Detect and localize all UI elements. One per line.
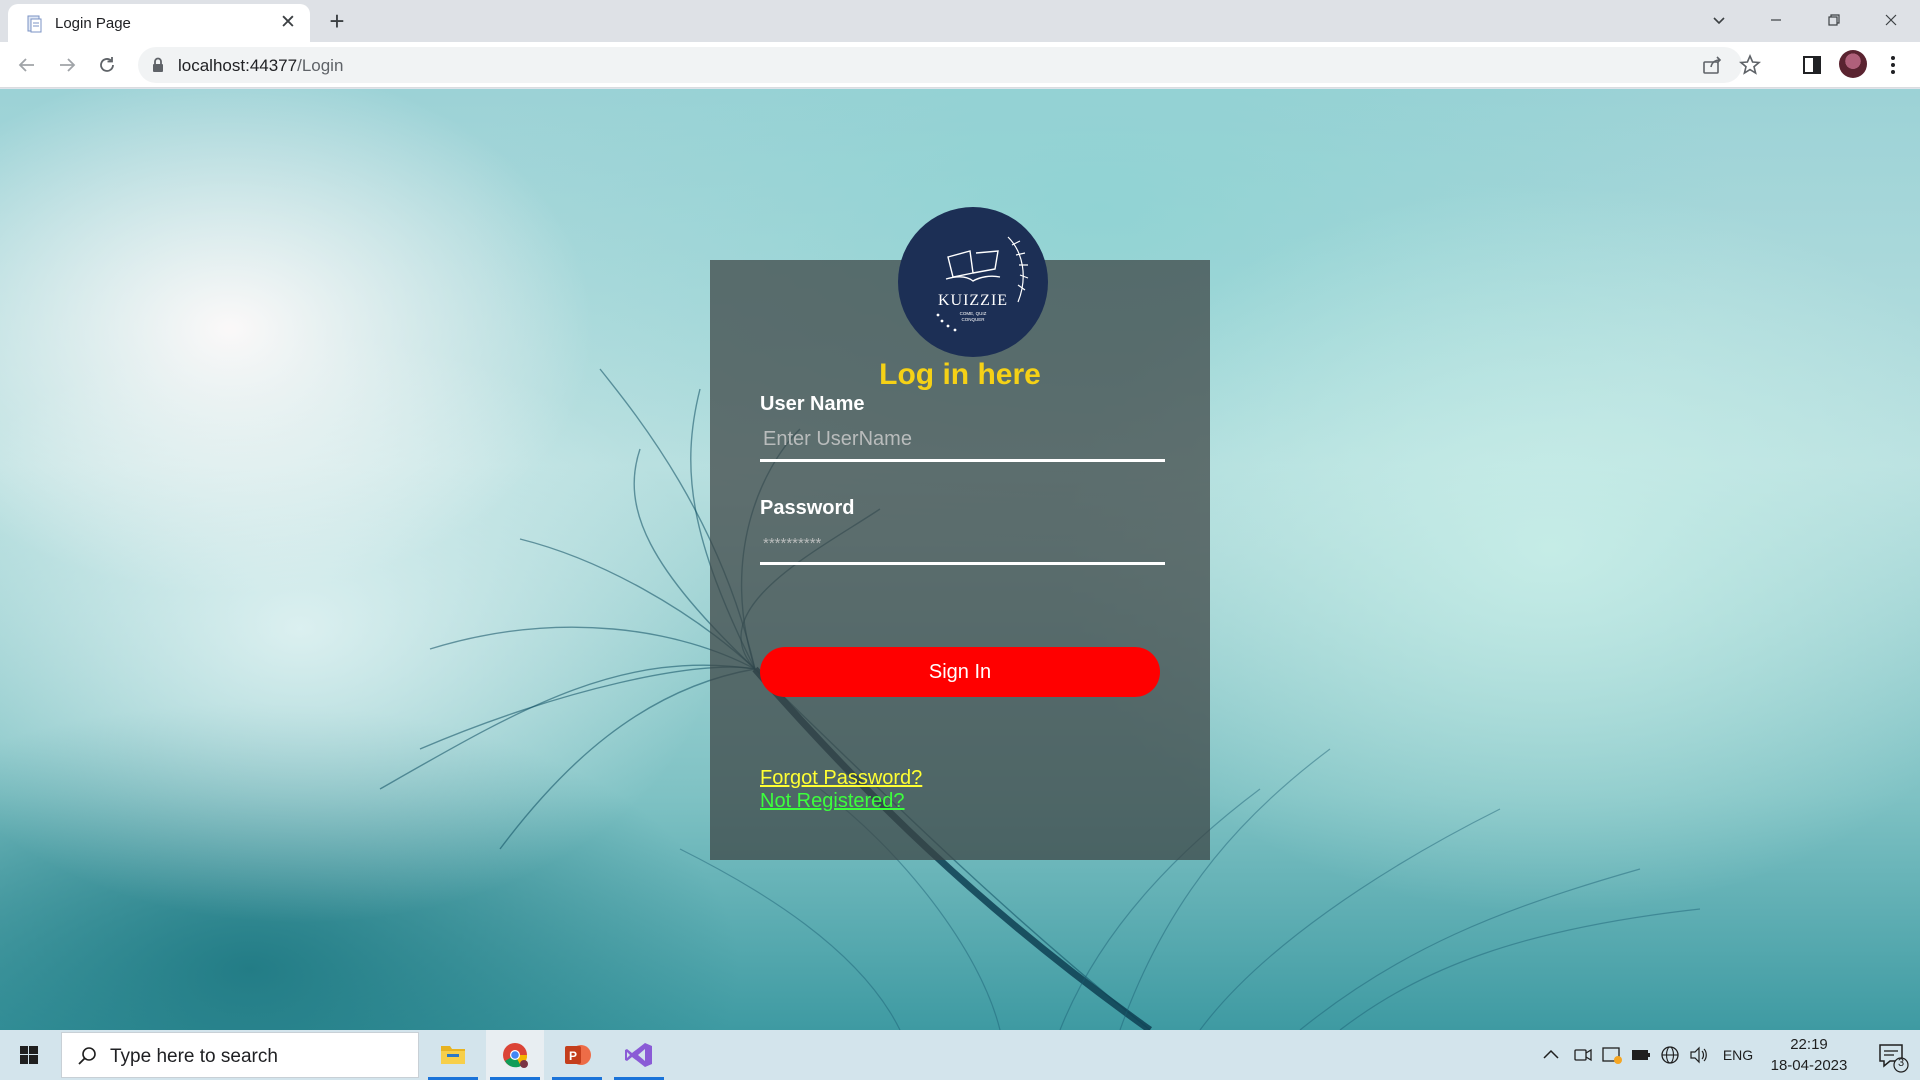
taskbar-search-box[interactable]: Type here to search xyxy=(61,1032,419,1078)
windows-taskbar: Type here to search P ENG 22:19 18-04-20… xyxy=(0,1030,1920,1080)
profile-avatar[interactable] xyxy=(1839,50,1867,78)
clock-date: 18-04-2023 xyxy=(1770,1057,1848,1074)
tab-close-icon[interactable]: ✕ xyxy=(278,13,298,33)
reload-icon xyxy=(100,57,114,72)
restore-button[interactable] xyxy=(1818,6,1850,34)
forward-button[interactable] xyxy=(52,50,82,80)
show-hidden-icons-chevron-icon[interactable] xyxy=(1538,1030,1564,1080)
taskbar-powerpoint[interactable]: P xyxy=(548,1030,606,1080)
input-language-indicator[interactable]: ENG xyxy=(1718,1030,1758,1080)
logo-emblem-icon: KUIZZIE COME, QUIZ CONQUER xyxy=(936,236,1029,332)
chrome-icon xyxy=(503,1043,528,1068)
back-button[interactable] xyxy=(12,50,42,80)
tab-search-chevron-icon[interactable] xyxy=(1703,6,1735,34)
side-panel-icon[interactable] xyxy=(1799,52,1825,78)
search-placeholder: Type here to search xyxy=(110,1046,278,1067)
taskbar-file-explorer[interactable] xyxy=(424,1030,482,1080)
logo-text: KUIZZIE xyxy=(938,292,1008,309)
taskbar-chrome[interactable] xyxy=(486,1030,544,1080)
file-explorer-icon xyxy=(441,1046,465,1064)
not-registered-link[interactable]: Not Registered? xyxy=(760,790,905,813)
forward-arrow-icon xyxy=(60,58,76,72)
taskbar-clock[interactable]: 22:19 18-04-2023 xyxy=(1764,1034,1854,1076)
browser-tab-strip: Login Page ✕ + xyxy=(0,0,1920,42)
taskbar-visual-studio[interactable] xyxy=(610,1030,668,1080)
lock-icon[interactable] xyxy=(150,56,166,74)
clock-time: 22:19 xyxy=(1790,1036,1828,1053)
browser-toolbar: localhost:44377/Login xyxy=(0,42,1920,88)
bookmark-star-icon[interactable] xyxy=(1738,53,1762,77)
password-label: Password xyxy=(760,497,855,519)
forgot-password-link[interactable]: Forgot Password? xyxy=(760,767,922,790)
meet-now-icon[interactable] xyxy=(1570,1030,1596,1080)
powerpoint-icon: P xyxy=(565,1045,591,1065)
share-icon[interactable] xyxy=(1700,53,1724,77)
search-icon xyxy=(78,1047,96,1065)
tab-title: Login Page xyxy=(55,15,131,32)
url-path: /Login xyxy=(297,56,344,75)
url-text[interactable]: localhost:44377/Login xyxy=(178,56,343,76)
address-bar[interactable]: localhost:44377/Login xyxy=(138,47,1762,83)
page-favicon-icon xyxy=(27,15,42,33)
new-tab-button[interactable]: + xyxy=(323,7,351,35)
url-host: localhost:44377 xyxy=(178,56,298,75)
notification-icon xyxy=(1879,1044,1909,1073)
notification-center-button[interactable]: 3 xyxy=(1866,1030,1916,1080)
kuizzie-logo: KUIZZIE COME, QUIZ CONQUER xyxy=(898,207,1048,357)
username-input[interactable] xyxy=(760,420,1165,462)
start-button[interactable] xyxy=(0,1030,58,1080)
visual-studio-icon xyxy=(625,1043,652,1067)
windows-logo-icon xyxy=(20,1046,38,1064)
security-alert-icon[interactable] xyxy=(1599,1030,1625,1080)
logo-tagline-1: COME, QUIZ xyxy=(960,311,987,316)
volume-icon[interactable] xyxy=(1686,1030,1712,1080)
password-input[interactable] xyxy=(760,523,1165,565)
minimize-button[interactable] xyxy=(1760,6,1792,34)
network-globe-icon[interactable] xyxy=(1657,1030,1683,1080)
notification-count: 3 xyxy=(1897,1057,1905,1069)
browser-menu-icon[interactable] xyxy=(1880,52,1906,78)
login-page: KUIZZIE COME, QUIZ CONQUER Log in here U… xyxy=(0,89,1920,1030)
battery-icon[interactable] xyxy=(1628,1030,1654,1080)
login-title: Log in here xyxy=(879,358,1041,391)
reload-button[interactable] xyxy=(92,50,122,80)
svg-text:P: P xyxy=(569,1049,577,1063)
back-arrow-icon xyxy=(18,58,34,72)
tab-login-page[interactable]: Login Page ✕ xyxy=(8,4,310,42)
sign-in-button[interactable]: Sign In xyxy=(760,647,1160,697)
logo-tagline-2: CONQUER xyxy=(961,317,985,322)
username-label: User Name xyxy=(760,393,865,415)
close-window-button[interactable] xyxy=(1875,6,1907,34)
